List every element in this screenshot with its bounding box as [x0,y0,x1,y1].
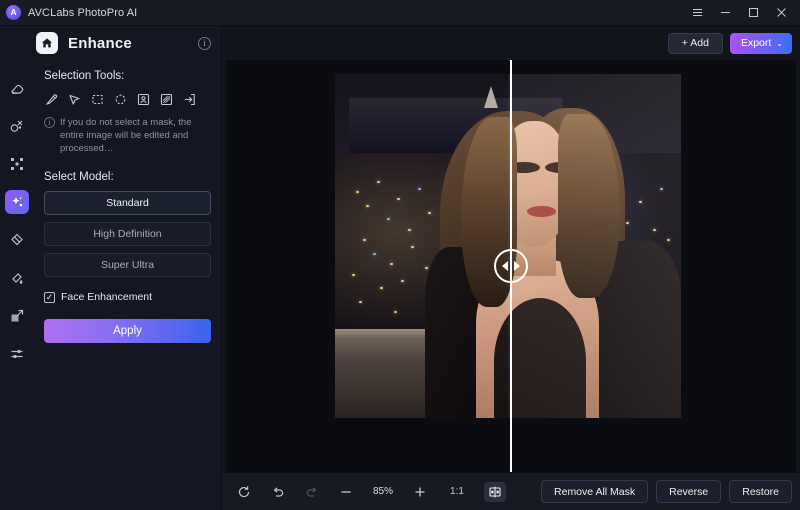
background-remove-icon[interactable] [5,228,29,252]
cursor-select-icon[interactable] [65,90,84,109]
info-icon[interactable]: i [198,36,211,50]
model-option-super-ultra[interactable]: Super Ultra [44,253,211,277]
application-window: A AVCLabs PhotoPro AI Enhance i Selectio… [0,0,800,510]
export-button-label: Export [740,37,772,49]
panel-header: Enhance i [34,26,221,60]
expand-icon[interactable] [5,152,29,176]
portrait-subject [424,102,681,418]
title-bar: A AVCLabs PhotoPro AI [0,0,800,26]
brush-tool-icon[interactable] [42,90,61,109]
remove-all-mask-button[interactable]: Remove All Mask [541,480,649,503]
pattern-select-icon[interactable] [157,90,176,109]
zoom-in-icon[interactable] [410,482,430,502]
selection-tools-label: Selection Tools: [44,70,125,82]
selection-tools-row [34,82,221,109]
mask-hint-text: If you do not select a mask, the entire … [60,117,192,154]
apply-wrapper: Apply [34,303,221,343]
tool-rail [0,26,34,510]
image-canvas[interactable] [226,60,796,472]
main-toolbar: + Add Export ⌄ [222,26,800,60]
face-enhancement-label: Face Enhancement [61,291,153,303]
enhance-icon[interactable] [5,190,29,214]
app-title: AVCLabs PhotoPro AI [28,6,138,19]
split-compare-icon[interactable] [484,481,506,502]
redo-icon[interactable] [302,482,322,502]
arrow-right-icon [514,261,520,271]
zoom-out-icon[interactable] [336,482,356,502]
enhance-panel: Enhance i Selection Tools: i If you do n… [34,26,222,510]
ellipse-select-icon[interactable] [111,90,130,109]
main-area: + Add Export ⌄ 85% 1:1 Remove All Mask R… [222,26,800,510]
bottom-toolbar: 85% 1:1 Remove All Mask Reverse Restore [222,472,800,510]
face-enhancement-row[interactable]: ✓ Face Enhancement [34,277,221,303]
view-controls: 85% 1:1 [234,481,506,502]
lips-region [527,205,556,217]
object-removal-icon[interactable] [5,114,29,138]
app-logo-icon: A [6,5,21,20]
info-icon: i [44,117,55,128]
model-option-high-definition[interactable]: High Definition [44,222,211,246]
add-button[interactable]: + Add [667,32,723,54]
close-icon[interactable] [768,2,794,24]
compare-slider-handle[interactable] [494,249,528,283]
page-title: Enhance [68,34,132,52]
model-option-standard[interactable]: Standard [44,191,211,215]
arrow-left-icon [502,261,508,271]
actual-size-button[interactable]: 1:1 [444,486,470,497]
select-model-label: Select Model: [44,171,114,183]
mask-actions: Remove All Mask Reverse Restore [541,480,792,503]
colorize-icon[interactable] [5,266,29,290]
home-icon[interactable] [36,32,58,54]
export-button[interactable]: Export ⌄ [729,32,792,54]
rectangle-select-icon[interactable] [88,90,107,109]
face-enhancement-checkbox[interactable]: ✓ [44,291,55,303]
model-list: Standard High Definition Super Ultra [34,183,221,277]
resize-icon[interactable] [5,304,29,328]
adjust-sliders-icon[interactable] [5,342,29,366]
arrow-export-icon[interactable] [180,90,199,109]
restore-button[interactable]: Restore [729,480,792,503]
mask-hint: i If you do not select a mask, the entir… [34,109,221,155]
minimize-icon[interactable] [712,2,738,24]
reset-rotate-icon[interactable] [234,482,254,502]
body-row: Enhance i Selection Tools: i If you do n… [0,26,800,510]
portrait-select-icon[interactable] [134,90,153,109]
chevron-down-icon: ⌄ [776,38,783,48]
preview-image[interactable] [335,74,681,418]
eraser-tool-icon[interactable] [5,76,29,100]
apply-button[interactable]: Apply [44,319,211,343]
dress-region [494,297,587,418]
reverse-button[interactable]: Reverse [656,480,722,503]
window-controls [684,2,794,24]
maximize-icon[interactable] [740,2,766,24]
undo-icon[interactable] [268,482,288,502]
hamburger-menu-icon[interactable] [684,2,710,24]
zoom-level-label[interactable]: 85% [370,486,396,497]
